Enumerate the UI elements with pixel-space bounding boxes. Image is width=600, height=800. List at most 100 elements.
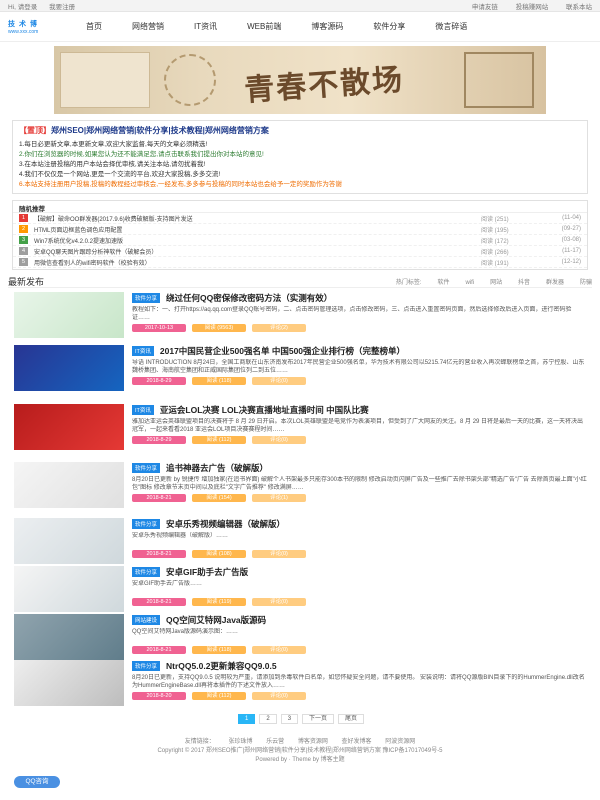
post-comments[interactable]: 评论(0) <box>252 598 306 606</box>
recommend-title[interactable]: 安卓QQ聊天图片跟踪分析神软件（破解会员） <box>34 247 481 256</box>
recommend-row[interactable]: 1 【破解】破命OO群发器(2017.9.6)收费破解版-支持图片发送 阅读 (… <box>13 213 587 224</box>
recommend-title[interactable]: 用微信查看别人的wifi密码软件（校验有效） <box>34 258 481 267</box>
post-comments[interactable]: 评论(0) <box>252 646 306 654</box>
post-comments[interactable]: 评论(0) <box>252 550 306 558</box>
tag-link[interactable]: 网站 <box>490 280 502 286</box>
post-thumbnail[interactable] <box>14 566 124 612</box>
pagination: 1 2 3 下一页 尾页 <box>238 714 368 724</box>
top-bar-left: Hi, 请登录 我要注册 <box>8 1 85 11</box>
post-category[interactable]: IT资讯 <box>132 405 154 415</box>
post-thumbnail[interactable] <box>14 614 124 660</box>
page-1-button[interactable]: 1 <box>238 714 256 724</box>
post-thumbnail[interactable] <box>14 404 124 450</box>
nav-item-home[interactable]: 首页 <box>86 21 102 32</box>
qq-consult-button[interactable]: QQ咨询 <box>14 776 60 788</box>
banner-sun-drawing <box>164 54 216 106</box>
friend-link[interactable]: 博客资源网 <box>298 739 328 745</box>
post-item[interactable]: 软件分享 安卓GIF助手去广告版 安卓GIF助手去广告版…… 2018-8-21 阅… <box>14 566 588 616</box>
post-title[interactable]: NtrQQ5.0.2更新兼容QQ9.0.5 <box>166 660 277 672</box>
post-title[interactable]: 追书神器去广告（破解版） <box>166 462 268 474</box>
post-item[interactable]: IT资讯 2017中国民营企业500强名单 中国500强企业排行榜（完整榜单） 导… <box>14 345 588 395</box>
friend-link[interactable]: 查好发博客 <box>342 739 372 745</box>
nav-item-marketing[interactable]: 网络营销 <box>132 21 164 32</box>
notice-heading[interactable]: 【置顶】郑州SEO|郑州网络营销|软件分享|技术教程|郑州网络营销方案 <box>19 125 581 136</box>
recommend-row[interactable]: 4 安卓QQ聊天图片跟踪分析神软件（破解会员） 阅读 (266) (11-17) <box>13 246 587 257</box>
post-item[interactable]: 软件分享 追书神器去广告（破解版） 8月20日已更新 by 锐捷传 增加独家(在追… <box>14 462 588 512</box>
post-comments[interactable]: 评论(1) <box>252 494 306 502</box>
login-link[interactable]: Hi, 请登录 <box>8 4 37 11</box>
nav-item-software[interactable]: 软件分享 <box>373 21 405 32</box>
post-category[interactable]: 软件分享 <box>132 661 161 671</box>
post-category[interactable]: 软件分享 <box>132 293 161 303</box>
post-comments[interactable]: 评论(0) <box>252 377 306 385</box>
notice-title: 郑州SEO|郑州网络营销|软件分享|技术教程|郑州网络营销方案 <box>51 126 269 135</box>
tag-link[interactable]: wifi <box>465 280 474 286</box>
nav-item-web-frontend[interactable]: WEB前端 <box>247 21 281 32</box>
copyright: Copyright © 2017 郑州SEO推广|郑州网络营销|软件分享|技术教… <box>157 748 443 754</box>
post-comments[interactable]: 评论(0) <box>252 436 306 444</box>
tag-link[interactable]: 软件 <box>437 280 449 286</box>
page-3-button[interactable]: 3 <box>280 714 299 724</box>
post-title[interactable]: QQ空间艾特网Java版源码 <box>166 614 266 626</box>
post-category[interactable]: 软件分享 <box>132 519 161 529</box>
post-title[interactable]: 绕过任何QQ密保修改密码方法（实测有效） <box>166 292 332 304</box>
recommend-row[interactable]: 3 Win7系统优化v4.2.0.2提速加速版 阅读 (172) (03-08) <box>13 235 587 246</box>
apply-link-link[interactable]: 申请友链 <box>472 4 498 11</box>
nav-item-micro-talk[interactable]: 微言碎语 <box>435 21 467 32</box>
submit-link[interactable]: 投稿赚网站 <box>516 4 549 11</box>
recommend-title[interactable]: 【破解】破命OO群发器(2017.9.6)收费破解版-支持图片发送 <box>34 214 481 223</box>
friend-link[interactable]: 张珍珠博 <box>228 739 252 745</box>
recommend-date: (12-12) <box>561 259 581 265</box>
recommend-views: 阅读 (251) <box>481 216 509 223</box>
post-item[interactable]: 软件分享 安卓乐秀视频编辑器（破解版） 安卓乐秀视频编辑器（破解版）…… 2018… <box>14 518 588 568</box>
post-item[interactable]: 网站建设 QQ空间艾特网Java版源码 QQ空间艾特网Java版源码演示图：…… … <box>14 614 588 664</box>
post-thumbnail[interactable] <box>14 462 124 508</box>
post-item[interactable]: IT资讯 亚运会LOL决赛 LOL决赛直播地址直播时间 中国队比赛 雅加达亚运会英… <box>14 404 588 454</box>
recommend-date: (03-08) <box>561 237 581 243</box>
post-title[interactable]: 安卓GIF助手去广告版 <box>166 566 248 578</box>
post-item[interactable]: 软件分享 NtrQQ5.0.2更新兼容QQ9.0.5 8月20日已更新，支持QQ9… <box>14 660 588 710</box>
tag-link[interactable]: 防骗 <box>580 280 592 286</box>
nav-item-blog-source[interactable]: 博客源码 <box>311 21 343 32</box>
post-thumbnail[interactable] <box>14 345 124 391</box>
recommend-row[interactable]: 5 用微信查看别人的wifi密码软件（校验有效） 阅读 (191) (12-12… <box>13 257 587 268</box>
friend-link[interactable]: 阿波资源网 <box>385 739 415 745</box>
friend-link[interactable]: 乐云营 <box>266 739 284 745</box>
logo-text: 技 术 博 <box>8 20 38 28</box>
recommend-title[interactable]: HTML页面边框蓝色调色应用配置 <box>34 225 481 234</box>
notice-board: 【置顶】郑州SEO|郑州网络营销|软件分享|技术教程|郑州网络营销方案 1.每日… <box>12 120 588 194</box>
recommend-heading: 随机推荐 <box>13 201 587 213</box>
post-views: 阅读 (9563) <box>192 324 246 332</box>
post-category[interactable]: 软件分享 <box>132 463 161 473</box>
post-category[interactable]: 网站建设 <box>132 615 161 625</box>
post-views: 阅读 (154) <box>192 494 246 502</box>
hero-banner[interactable]: 青春不散场 <box>54 46 546 114</box>
nav-item-it-news[interactable]: IT资讯 <box>194 21 217 32</box>
post-title[interactable]: 安卓乐秀视频编辑器（破解版） <box>166 518 285 530</box>
tag-link[interactable]: 抖音 <box>518 280 530 286</box>
post-comments[interactable]: 评论(2) <box>252 324 306 332</box>
top-bar: Hi, 请登录 我要注册 申请友链 投稿赚网站 联系本站 <box>0 0 600 12</box>
site-logo[interactable]: 技 术 博 www.xxx.com <box>8 19 56 35</box>
last-page-button[interactable]: 尾页 <box>338 714 365 724</box>
post-thumbnail[interactable] <box>14 292 124 338</box>
post-thumbnail[interactable] <box>14 660 124 706</box>
post-excerpt: QQ空间艾特网Java版源码演示图：…… <box>132 629 239 635</box>
recommend-date: (09-27) <box>561 226 581 232</box>
next-page-button[interactable]: 下一页 <box>302 714 335 724</box>
post-views: 阅读 (119) <box>192 598 246 606</box>
recommend-title[interactable]: Win7系统优化v4.2.0.2提速加速版 <box>34 236 481 245</box>
tag-link[interactable]: 群发器 <box>546 280 564 286</box>
post-category[interactable]: IT资讯 <box>132 346 154 356</box>
register-link[interactable]: 我要注册 <box>49 4 75 11</box>
post-thumbnail[interactable] <box>14 518 124 564</box>
post-comments[interactable]: 评论(0) <box>252 692 306 700</box>
page-2-button[interactable]: 2 <box>259 714 277 724</box>
post-category[interactable]: 软件分享 <box>132 567 161 577</box>
post-title[interactable]: 2017中国民营企业500强名单 中国500强企业排行榜（完整榜单） <box>160 345 405 357</box>
post-date: 2017-10-13 <box>132 324 186 332</box>
post-title[interactable]: 亚运会LOL决赛 LOL决赛直播地址直播时间 中国队比赛 <box>160 404 369 416</box>
contact-link[interactable]: 联系本站 <box>566 4 592 11</box>
recommend-row[interactable]: 2 HTML页面边框蓝色调色应用配置 阅读 (195) (09-27) <box>13 224 587 235</box>
post-item[interactable]: 软件分享 绕过任何QQ密保修改密码方法（实测有效） 教程如下：一、打开https:… <box>14 292 588 342</box>
